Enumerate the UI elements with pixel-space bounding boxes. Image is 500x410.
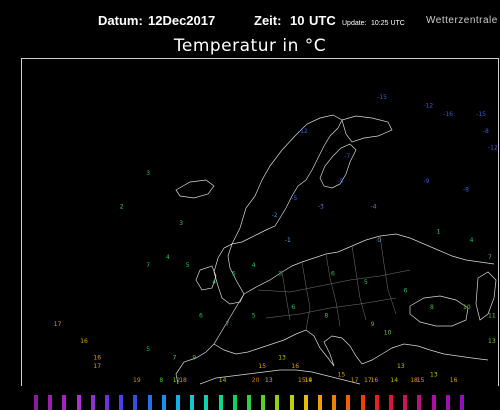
scale-swatch-7 [133, 395, 138, 410]
scale-swatch-21 [332, 395, 337, 410]
scale-swatch-20 [318, 395, 322, 410]
update-value: 10:25 UTC [371, 20, 405, 27]
scale-swatch-17 [275, 395, 280, 410]
time-unit: UTC [309, 13, 336, 28]
scale-swatch-16 [261, 395, 266, 410]
map-title: Temperatur in °C [173, 36, 327, 56]
scale-swatch-18 [289, 395, 294, 410]
scale-swatch-0 [34, 395, 38, 410]
color-scale-bar [0, 386, 500, 410]
scale-swatch-15 [247, 395, 251, 410]
date-value: 12Dec2017 [148, 13, 216, 28]
scale-swatch-5 [105, 395, 109, 410]
scale-swatch-6 [119, 395, 124, 410]
scale-swatch-10 [176, 395, 180, 410]
scale-swatch-4 [90, 395, 95, 410]
time-label: Zeit: [254, 13, 282, 28]
scale-swatch-1 [48, 395, 53, 410]
scale-swatch-14 [232, 395, 237, 410]
scale-swatch-11 [190, 395, 195, 410]
scale-swatch-3 [76, 395, 81, 410]
brand-logo-text: Wetterzentrale [426, 15, 498, 26]
scale-swatch-24 [374, 395, 379, 410]
scale-swatch-23 [360, 395, 365, 410]
date-label: Datum: [98, 13, 143, 28]
map-header: Datum: 12Dec2017 Zeit: 10 UTC Update: 10… [0, 0, 500, 58]
scale-swatch-29 [445, 395, 450, 410]
update-label: Update: [342, 20, 367, 27]
scale-swatch-13 [218, 395, 223, 410]
scale-swatch-27 [417, 395, 422, 410]
scale-swatch-12 [204, 395, 209, 410]
map-frame [21, 58, 499, 386]
scale-swatch-30 [460, 395, 464, 410]
scale-swatch-19 [303, 395, 308, 410]
time-value: 10 [290, 13, 305, 28]
scale-swatch-25 [389, 395, 393, 410]
scale-swatch-9 [161, 395, 166, 410]
scale-swatch-2 [62, 395, 67, 410]
scale-swatch-28 [431, 395, 436, 410]
scale-swatch-22 [346, 395, 351, 410]
scale-swatch-8 [147, 395, 152, 410]
header-top-line: Datum: 12Dec2017 Zeit: 10 UTC Update: 10… [0, 13, 500, 36]
scale-swatch-26 [403, 395, 408, 410]
